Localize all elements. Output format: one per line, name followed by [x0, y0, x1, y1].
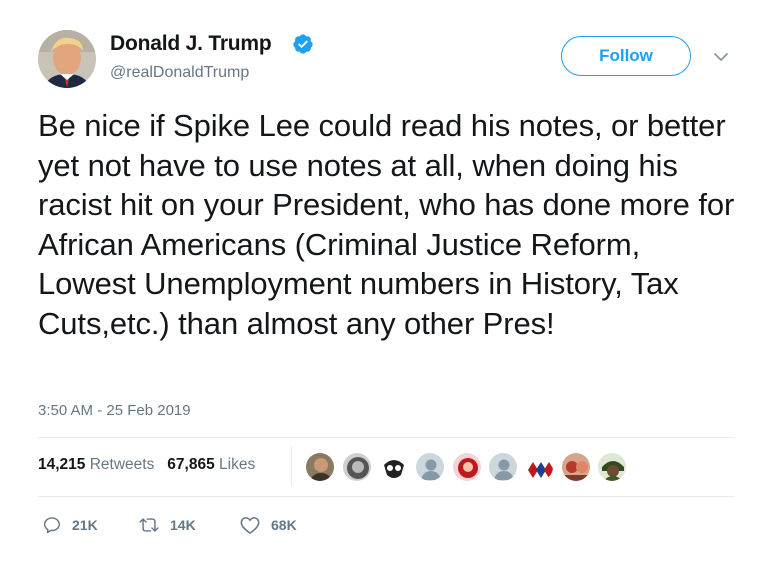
- liker-avatar[interactable]: [524, 452, 554, 482]
- author-avatar[interactable]: [38, 30, 96, 88]
- reply-icon: [44, 517, 61, 534]
- default-avatar-icon[interactable]: [415, 452, 445, 482]
- liker-avatar[interactable]: [342, 452, 372, 482]
- reply-action[interactable]: 21K: [42, 514, 98, 536]
- tweet-timestamp[interactable]: 3:50 AM - 25 Feb 2019: [38, 402, 191, 419]
- divider: [38, 437, 734, 438]
- chevron-down-icon[interactable]: [712, 50, 730, 64]
- likes-count: 67,865: [167, 456, 215, 473]
- verified-badge-icon: [293, 34, 313, 54]
- liker-avatar[interactable]: [452, 452, 482, 482]
- stats-separator: [291, 446, 292, 486]
- retweets-label: Retweets: [89, 456, 155, 473]
- likes-label: Likes: [219, 456, 256, 473]
- liker-avatar[interactable]: [305, 452, 335, 482]
- author-display-name[interactable]: Donald J. Trump: [110, 32, 272, 56]
- retweet-count: 14K: [170, 517, 196, 533]
- retweet-action[interactable]: 14K: [138, 514, 196, 536]
- liker-avatar[interactable]: [378, 452, 408, 482]
- default-avatar-icon[interactable]: [488, 452, 518, 482]
- author-handle[interactable]: @realDonaldTrump: [110, 64, 249, 82]
- tweet-text: Be nice if Spike Lee could read his note…: [38, 108, 735, 341]
- like-count: 68K: [271, 517, 297, 533]
- retweet-stat[interactable]: 14,215 Retweets: [38, 456, 154, 473]
- retweets-count: 14,215: [38, 456, 86, 473]
- liker-avatar[interactable]: [597, 452, 627, 482]
- divider: [38, 496, 734, 497]
- follow-button[interactable]: Follow: [561, 36, 691, 76]
- reply-count: 21K: [72, 517, 98, 533]
- like-action[interactable]: 68K: [239, 514, 297, 536]
- liker-avatar[interactable]: [561, 452, 591, 482]
- tweet-stats: 14,215 Retweets 67,865 Likes: [38, 456, 255, 474]
- heart-icon: [240, 517, 260, 534]
- tweet-card: Donald J. Trump @realDonaldTrump Follow …: [0, 0, 760, 574]
- like-stat[interactable]: 67,865 Likes: [167, 456, 255, 473]
- retweet-icon: [139, 518, 159, 532]
